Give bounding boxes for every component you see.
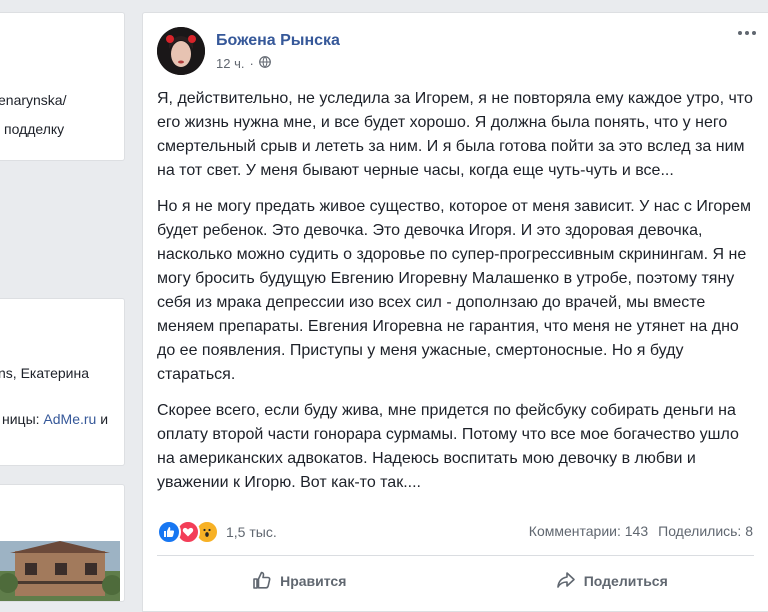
pages-line: ницы: AdMe.ru и [2, 411, 108, 427]
left-card-profile: enarynska/ подделку [0, 12, 125, 161]
author-avatar[interactable] [157, 27, 205, 75]
profile-text: подделку [4, 121, 64, 137]
pages-link-adme[interactable]: AdMe.ru [43, 411, 96, 427]
post-actions: Нравится Поделиться [143, 565, 768, 597]
author-name[interactable]: Божена Рынска [216, 32, 340, 50]
post-text: Я, действительно, не уследила за Игорем,… [157, 87, 757, 507]
comments-count[interactable]: Комментарии: 143 [529, 523, 648, 539]
divider [157, 555, 754, 556]
thumbs-up-icon [252, 570, 272, 593]
share-arrow-icon [556, 570, 576, 593]
post-paragraph-1: Я, действительно, не уследила за Игорем,… [157, 87, 757, 183]
like-icon [157, 520, 181, 544]
like-button[interactable]: Нравится [143, 565, 456, 597]
pages-prefix: ницы: [2, 411, 40, 427]
post-card: Божена Рынска 12 ч. · Я, действительно, … [142, 12, 768, 612]
dot [745, 31, 749, 35]
separator-dot: · [249, 56, 253, 71]
dot [738, 31, 742, 35]
post-meta: 12 ч. · [216, 56, 271, 71]
like-label: Нравится [280, 573, 346, 589]
share-label: Поделиться [584, 573, 668, 589]
globe-icon [259, 56, 271, 71]
friends-names[interactable]: ns, Екатерина [0, 365, 89, 381]
dot [752, 31, 756, 35]
post-paragraph-2: Но я не могу предать живое существо, кот… [157, 195, 757, 387]
shares-count[interactable]: Поделились: 8 [658, 523, 753, 539]
reactions-count[interactable]: 1,5 тыс. [226, 524, 277, 540]
photo-thumbnail[interactable] [0, 541, 120, 601]
post-time[interactable]: 12 ч. [216, 56, 244, 71]
reactions-summary[interactable]: 1,5 тыс. [157, 520, 277, 544]
engagement-counts: Комментарии: 143 Поделились: 8 [529, 523, 753, 539]
avatar-image [157, 27, 205, 75]
more-options-button[interactable] [738, 31, 756, 35]
pages-suffix: и [100, 411, 108, 427]
post-paragraph-3: Скорее всего, если буду жива, мне придет… [157, 399, 757, 495]
share-button[interactable]: Поделиться [456, 565, 768, 597]
left-card-friends: ns, Екатерина ницы: AdMe.ru и [0, 298, 125, 466]
profile-link[interactable]: enarynska/ [0, 92, 66, 108]
left-card-photos [0, 484, 125, 602]
house-photo [0, 541, 120, 601]
